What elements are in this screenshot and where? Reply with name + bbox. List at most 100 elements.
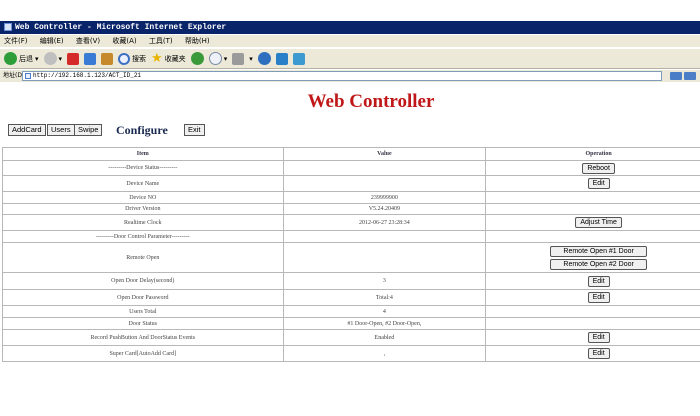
row-item: Super Card[AutoAdd Card] xyxy=(2,345,284,362)
address-input[interactable]: http://192.168.1.123/ACT_ID_21 xyxy=(22,71,662,81)
table-row-door-control: ---------Door Control Parameter--------- xyxy=(2,230,700,243)
history-button[interactable] xyxy=(190,52,204,65)
history-icon xyxy=(190,52,204,65)
edit-open-door-delay-button[interactable]: Edit xyxy=(587,275,610,287)
table-row-open-door-password: Open Door Password Total:4 Edit xyxy=(2,289,700,306)
row-value xyxy=(282,230,487,243)
links-icon[interactable] xyxy=(684,72,696,80)
table-row-door-status: Door Status #1 Door-Open, #2 Door-Open, xyxy=(2,317,700,330)
back-arrow-icon xyxy=(4,52,17,65)
menu-file[interactable]: 文件(F) xyxy=(4,37,28,45)
mail-button[interactable]: ▾ xyxy=(208,52,228,65)
swipe-button[interactable]: Swipe xyxy=(74,124,103,136)
reboot-button[interactable]: Reboot xyxy=(582,162,615,174)
menu-help[interactable]: 帮助(H) xyxy=(185,37,210,45)
row-operation xyxy=(485,203,700,215)
menu-favorites[interactable]: 收藏(A) xyxy=(112,37,136,45)
row-item: Driver Version xyxy=(2,203,284,215)
table-row-super-card: Super Card[AutoAdd Card] , Edit xyxy=(2,345,700,362)
table-row-device-no: Device NO 239999900 xyxy=(2,191,700,204)
edit-super-card-button[interactable]: Edit xyxy=(587,348,610,359)
row-value xyxy=(282,175,487,192)
row-operation: Adjust Time xyxy=(485,214,700,231)
page-content: Web Controller AddCard Users Swipe Confi… xyxy=(0,83,700,416)
print-icon xyxy=(232,52,245,65)
row-item: Device NO xyxy=(2,191,284,204)
row-value: , xyxy=(282,345,487,362)
back-label: 后退 xyxy=(19,54,33,63)
row-operation: Edit xyxy=(485,329,700,346)
forward-button[interactable]: ▾ xyxy=(43,52,63,65)
edit-record-events-button[interactable]: Edit xyxy=(587,332,610,343)
home-icon xyxy=(101,52,114,65)
exit-button[interactable]: Exit xyxy=(184,124,205,136)
go-icon[interactable] xyxy=(670,72,682,80)
row-operation xyxy=(485,305,700,318)
row-operation: Edit xyxy=(485,272,700,290)
address-url: http://192.168.1.123/ACT_ID_21 xyxy=(33,72,142,79)
messenger-button[interactable] xyxy=(257,52,271,65)
row-value: #1 Door-Open, #2 Door-Open, xyxy=(282,317,487,330)
home-button[interactable] xyxy=(101,52,114,65)
row-operation: Edit xyxy=(485,289,700,306)
row-value: 3 xyxy=(282,272,487,290)
row-value xyxy=(282,160,487,176)
row-operation xyxy=(485,191,700,204)
chevron-down-icon: ▾ xyxy=(58,54,63,63)
remote-open-door2-button[interactable]: Remote Open #2 Door xyxy=(550,258,648,270)
row-item: Open Door Password xyxy=(2,289,284,306)
chevron-down-icon: ▾ xyxy=(35,54,39,63)
row-item: ---------Door Control Parameter--------- xyxy=(2,230,284,243)
users-button[interactable]: Users xyxy=(47,124,75,136)
messenger-icon xyxy=(257,52,271,65)
table-row-device-name: Device Name Edit xyxy=(2,175,700,192)
edit-page-button[interactable]: ▾ xyxy=(249,55,253,63)
row-value: V5.24.20409 xyxy=(282,203,487,215)
address-go-buttons xyxy=(670,72,696,80)
row-value: 239999900 xyxy=(282,191,487,204)
media-button[interactable] xyxy=(292,52,305,65)
row-item: Users Total xyxy=(2,305,284,318)
row-item: Remote Open xyxy=(2,242,284,273)
row-operation: Edit xyxy=(485,345,700,362)
row-operation: Edit xyxy=(485,175,700,192)
configure-heading: Configure xyxy=(116,123,168,137)
row-value: Total:4 xyxy=(282,289,487,306)
menu-edit[interactable]: 编辑(E) xyxy=(40,37,64,45)
header-item: Item xyxy=(2,147,284,161)
header-operation: Operation xyxy=(485,147,700,161)
adjust-time-button[interactable]: Adjust Time xyxy=(575,217,622,228)
refresh-icon xyxy=(84,52,97,65)
remote-open-door1-button[interactable]: Remote Open #1 Door xyxy=(550,245,648,257)
ie-icon xyxy=(4,22,12,31)
chevron-down-icon: ▾ xyxy=(223,54,228,63)
print-button[interactable] xyxy=(232,52,245,65)
back-button[interactable]: 后退 ▾ xyxy=(4,52,39,65)
table-header-row: Item Value Operation xyxy=(2,147,700,161)
header-value: Value xyxy=(282,147,487,161)
row-operation: Reboot xyxy=(485,160,700,176)
edit-device-name-button[interactable]: Edit xyxy=(587,178,610,189)
row-operation xyxy=(485,230,700,243)
stop-button[interactable] xyxy=(67,52,80,65)
add-card-button[interactable]: AddCard xyxy=(8,124,46,136)
menu-tools[interactable]: 工具(T) xyxy=(149,37,173,45)
menu-view[interactable]: 查看(V) xyxy=(76,37,100,45)
favorites-button[interactable]: ★ 收藏夹 xyxy=(151,52,186,65)
mail-icon xyxy=(208,52,222,65)
edit-open-door-password-button[interactable]: Edit xyxy=(587,292,610,303)
browser-window: Web Controller - Microsoft Internet Expl… xyxy=(0,0,700,416)
favorites-label: 收藏夹 xyxy=(164,54,186,63)
menu-bar: 文件(F) 编辑(E) 查看(V) 收藏(A) 工具(T) 帮助(H) xyxy=(0,35,700,47)
refresh-button[interactable] xyxy=(84,52,97,65)
research-button[interactable] xyxy=(275,52,288,65)
search-button[interactable]: 搜索 xyxy=(118,52,146,65)
row-operation: Remote Open #1 Door Remote Open #2 Door xyxy=(485,242,700,273)
row-item: Open Door Delay(second) xyxy=(2,272,284,290)
star-icon: ★ xyxy=(151,51,163,66)
table-row-record-events: Record PushButton And DoorStatus Events … xyxy=(2,329,700,346)
media-icon xyxy=(292,52,305,65)
row-item: Device Name xyxy=(2,175,284,192)
forward-arrow-icon xyxy=(43,52,57,65)
row-value: 4 xyxy=(282,305,487,318)
